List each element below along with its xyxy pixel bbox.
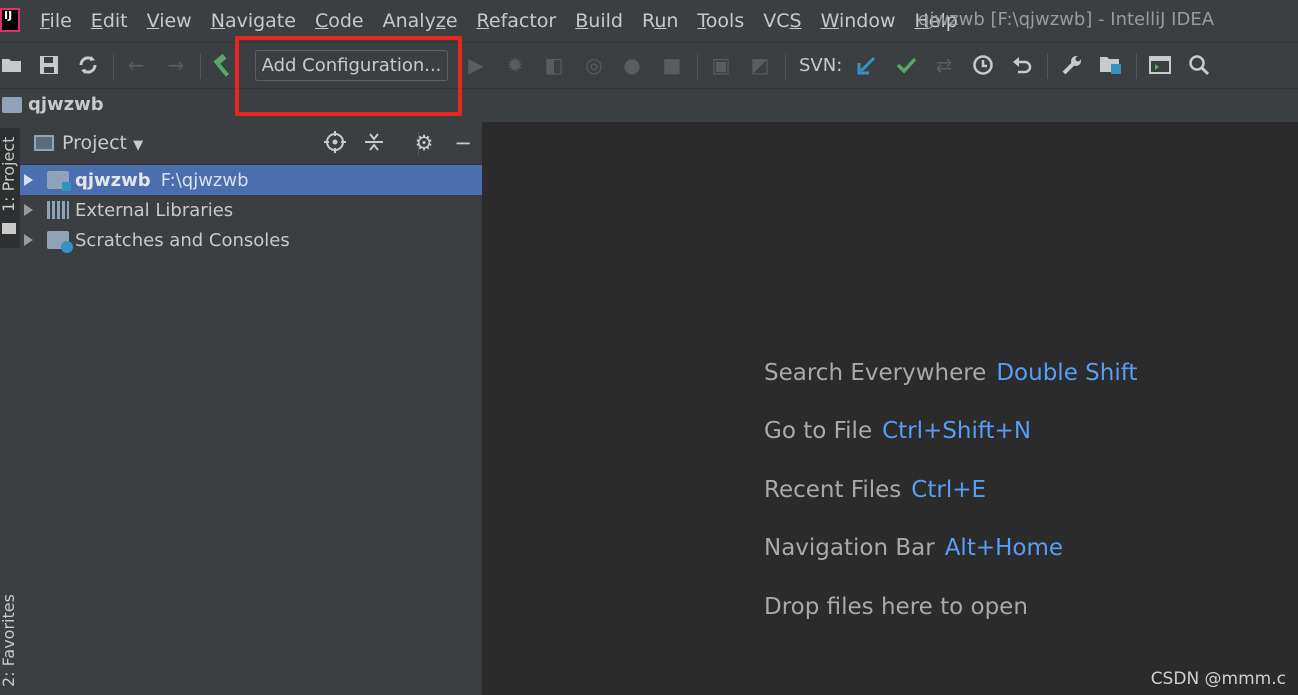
project-panel-header: Project ▼ ⚙ − [20, 122, 482, 165]
tree-node-label: External Libraries [75, 199, 234, 221]
attach-icon[interactable]: ● [620, 53, 644, 77]
gear-icon[interactable]: ⚙ [411, 131, 437, 155]
menu-file[interactable]: File [40, 10, 72, 32]
toolbar-separator [697, 53, 698, 79]
hint-go-to-file: Go to File Ctrl+Shift+N [764, 418, 1032, 444]
history-icon[interactable] [971, 53, 995, 77]
locate-target-icon[interactable] [322, 131, 348, 158]
project-tree: qjwzwb F:\qjwzwb External Libraries Scra… [20, 165, 482, 255]
back-arrow-icon[interactable]: ← [124, 53, 148, 77]
build-artifact-icon[interactable]: ▣ [709, 53, 733, 77]
project-view-icon [34, 135, 54, 151]
intellij-logo-icon: IJ [0, 8, 20, 32]
editor-area[interactable]: Search Everywhere Double Shift Go to File… [483, 122, 1298, 695]
debug-icon[interactable]: ✹ [503, 53, 527, 77]
hint-recent-files: Recent Files Ctrl+E [764, 477, 987, 503]
tree-node-label: qjwzwb [75, 169, 151, 191]
settings-wrench-icon[interactable] [1060, 53, 1084, 77]
watermark: CSDN @mmm.c [1150, 669, 1286, 689]
toolbar-separator [1136, 53, 1137, 79]
menu-window[interactable]: Window [821, 10, 896, 32]
open-folder-icon[interactable] [0, 53, 24, 77]
menu-navigate[interactable]: Navigate [211, 10, 296, 32]
hint-navigation-bar: Navigation Bar Alt+Home [764, 535, 1064, 561]
build-hammer-icon[interactable] [211, 53, 235, 77]
tab-project-label: 1: Project [0, 136, 18, 212]
project-structure-icon[interactable] [1099, 53, 1123, 77]
left-tool-strip: 1: Project 2: Favorites [0, 122, 20, 695]
highlight-annotation-box [235, 36, 462, 116]
collapse-all-icon[interactable] [361, 131, 387, 158]
project-tool-window: Project ▼ ⚙ − qjwzwb F:\qjwzwb External … [20, 122, 483, 695]
menu-bar: IJ File Edit View Navigate Code Analyze … [0, 0, 1298, 42]
menu-refactor[interactable]: Refactor [477, 10, 557, 32]
toolbar-separator [200, 53, 201, 79]
shortcut-label: Ctrl+E [911, 477, 987, 503]
menu-vcs[interactable]: VCS [763, 10, 801, 32]
tree-node-project-root[interactable]: qjwzwb F:\qjwzwb [20, 165, 482, 195]
module-folder-icon [47, 171, 71, 191]
coverage-icon[interactable]: ◧ [542, 53, 566, 77]
menu-view[interactable]: View [147, 10, 192, 32]
menu-tools[interactable]: Tools [697, 10, 744, 32]
expand-arrow-icon[interactable] [24, 174, 33, 186]
expand-arrow-icon[interactable] [24, 234, 33, 246]
libraries-icon [47, 201, 69, 219]
svn-compare-icon[interactable]: ⇄ [932, 53, 956, 77]
toolbar-separator [785, 53, 786, 79]
svn-label: SVN: [799, 55, 843, 76]
folder-icon [2, 223, 16, 234]
tab-favorites[interactable]: 2: Favorites [0, 594, 18, 687]
project-view-selector[interactable]: Project ▼ [62, 132, 143, 154]
shortcut-label: Double Shift [996, 360, 1138, 386]
tree-node-external-libraries[interactable]: External Libraries [20, 195, 482, 225]
menu-items: File Edit View Navigate Code Analyze Ref… [40, 0, 977, 42]
shortcut-label: Ctrl+Shift+N [882, 418, 1032, 444]
breadcrumb-project[interactable]: qjwzwb [28, 94, 104, 115]
hint-search-everywhere: Search Everywhere Double Shift [764, 360, 1138, 386]
shortcut-label: Alt+Home [944, 535, 1064, 561]
main-toolbar: ← → Add Configuration... ▶ ✹ ◧ ◎ ● ■ ▣ ◩… [0, 42, 1298, 88]
window-title: qjwzwb [F:\qjwzwb] - IntelliJ IDEA [918, 9, 1215, 30]
svn-commit-icon[interactable] [894, 53, 918, 77]
scratches-icon [47, 231, 73, 253]
toolbar-separator [113, 53, 114, 79]
tree-node-scratches[interactable]: Scratches and Consoles [20, 225, 482, 255]
toolbar-separator [1047, 53, 1048, 79]
deploy-icon[interactable]: ◩ [748, 53, 772, 77]
menu-edit[interactable]: Edit [91, 10, 128, 32]
expand-arrow-icon[interactable] [24, 204, 33, 216]
hint-drop-files: Drop files here to open [764, 594, 1028, 620]
tree-node-label: Scratches and Consoles [75, 229, 290, 251]
folder-icon [2, 97, 22, 113]
stop-icon[interactable]: ■ [660, 53, 684, 77]
svn-update-icon[interactable] [855, 53, 879, 77]
revert-icon[interactable] [1010, 53, 1034, 77]
search-icon[interactable] [1187, 53, 1211, 77]
navigation-bar: qjwzwb [0, 88, 1298, 122]
menu-analyze[interactable]: Analyze [383, 10, 458, 32]
menu-build[interactable]: Build [575, 10, 623, 32]
save-icon[interactable] [37, 53, 61, 77]
tab-project[interactable]: 1: Project [0, 128, 20, 248]
profile-icon[interactable]: ◎ [582, 53, 606, 77]
forward-arrow-icon[interactable]: → [164, 53, 188, 77]
menu-run[interactable]: Run [642, 10, 678, 32]
sync-icon[interactable] [76, 53, 100, 77]
terminal-icon[interactable] [1148, 53, 1172, 77]
tree-node-path: F:\qjwzwb [160, 169, 249, 191]
menu-code[interactable]: Code [315, 10, 364, 32]
run-icon[interactable]: ▶ [464, 53, 488, 77]
hide-panel-icon[interactable]: − [450, 131, 476, 155]
